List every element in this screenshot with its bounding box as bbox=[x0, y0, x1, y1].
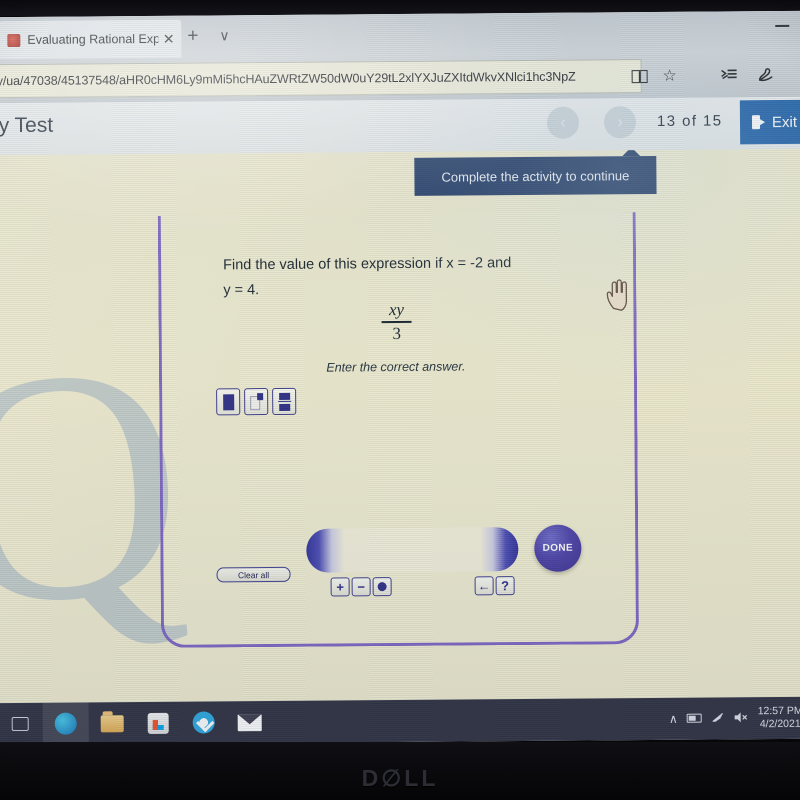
app-header: ery Test ‹ › 13 of 15 Exit bbox=[0, 96, 800, 156]
pen-glyph bbox=[758, 68, 773, 82]
window-minimize-button[interactable] bbox=[775, 24, 790, 28]
exponent-template-button[interactable] bbox=[244, 388, 269, 416]
expression-numerator: xy bbox=[388, 299, 405, 320]
next-question-button[interactable]: › bbox=[603, 106, 637, 139]
previous-question-button[interactable]: ‹ bbox=[546, 106, 580, 139]
question-counter: 13 of 15 bbox=[656, 112, 723, 130]
decimal-point-button[interactable] bbox=[372, 577, 392, 597]
mouse-cursor bbox=[606, 279, 628, 311]
math-expression: xy 3 bbox=[381, 299, 412, 344]
store-glyph bbox=[147, 712, 169, 734]
browser-tab-strip: Evaluating Rational Expr ✕ + ∨ bbox=[0, 10, 800, 60]
chrome-glyph bbox=[192, 711, 215, 734]
exit-door-icon bbox=[752, 115, 765, 129]
folder-glyph bbox=[100, 714, 124, 732]
instruction-text: Enter the correct answer. bbox=[326, 359, 466, 375]
browser-toolbar: ry/ua/47038/45137548/aHR0cHM6Ly9mMi5hcHA… bbox=[0, 52, 800, 104]
clear-all-button[interactable]: Clear all bbox=[216, 566, 291, 583]
page-title: ery Test bbox=[0, 113, 54, 138]
file-explorer-icon[interactable] bbox=[89, 702, 135, 744]
help-button[interactable]: ? bbox=[495, 576, 515, 596]
question-line-1: Find the value of this expression if x =… bbox=[223, 255, 512, 274]
tooltip: Complete the activity to continue bbox=[414, 155, 657, 196]
device-brand-logo: D∅LL bbox=[361, 765, 439, 791]
site-favicon bbox=[7, 33, 21, 47]
microsoft-store-icon[interactable] bbox=[135, 702, 181, 744]
question-text: Find the value of this expression if x =… bbox=[223, 251, 553, 304]
chrome-icon[interactable] bbox=[181, 701, 227, 743]
book-glyph bbox=[631, 69, 648, 83]
blank-box-template-button[interactable] bbox=[216, 388, 241, 416]
volume-glyph bbox=[734, 711, 748, 722]
wifi-glyph bbox=[712, 712, 724, 722]
minus-button[interactable]: − bbox=[351, 577, 371, 597]
blank-box-icon bbox=[222, 393, 234, 410]
reading-list-icon[interactable] bbox=[718, 63, 742, 87]
wifi-icon[interactable] bbox=[711, 711, 725, 726]
activity-page: Q Complete the activity to continue Find… bbox=[0, 148, 800, 704]
clock-date: 4/2/2021 bbox=[759, 717, 800, 731]
tray-chevron-icon[interactable]: ∧ bbox=[669, 712, 678, 726]
favorites-star-icon[interactable]: ☆ bbox=[658, 64, 682, 88]
url-text: ry/ua/47038/45137548/aHR0cHM6Ly9mMi5hcHA… bbox=[0, 69, 576, 89]
volume-muted-icon[interactable] bbox=[734, 711, 749, 726]
answer-input[interactable] bbox=[306, 527, 519, 573]
exit-button-label: Exit bbox=[771, 113, 798, 131]
new-tab-button[interactable]: + bbox=[187, 26, 198, 48]
laptop-screen: Evaluating Rational Expr ✕ + ∨ ry/ua/470… bbox=[0, 10, 800, 746]
close-icon[interactable]: ✕ bbox=[162, 30, 175, 47]
exponent-icon bbox=[250, 393, 263, 410]
clock[interactable]: 12:57 PM 4/2/2021 bbox=[758, 705, 800, 731]
chevron-down-icon[interactable]: ∨ bbox=[219, 27, 229, 44]
system-tray: ∧ 12:57 PM 4/2/2021 bbox=[669, 697, 800, 740]
reading-list-glyph bbox=[721, 69, 737, 80]
fraction-template-button[interactable] bbox=[272, 387, 297, 416]
windows-taskbar: ∧ 12:57 PM 4/2/2021 bbox=[0, 696, 800, 746]
edge-glyph bbox=[54, 712, 77, 735]
address-bar[interactable]: ry/ua/47038/45137548/aHR0cHM6Ly9mMi5hcHA… bbox=[0, 59, 642, 99]
reading-view-icon[interactable] bbox=[628, 64, 652, 88]
dot-icon bbox=[377, 582, 387, 592]
plus-button[interactable]: + bbox=[330, 577, 350, 597]
mail-icon[interactable] bbox=[227, 701, 273, 743]
battery-icon[interactable] bbox=[686, 712, 702, 726]
laptop-photo: Evaluating Rational Expr ✕ + ∨ ry/ua/470… bbox=[0, 0, 800, 800]
fraction-icon bbox=[277, 392, 291, 411]
tab-title: Evaluating Rational Expr bbox=[27, 31, 159, 47]
edge-browser-icon[interactable] bbox=[42, 702, 89, 745]
taskview-icon[interactable] bbox=[0, 703, 43, 745]
done-button[interactable]: DONE bbox=[534, 524, 582, 572]
expression-denominator: 3 bbox=[392, 323, 401, 344]
mail-glyph bbox=[237, 713, 262, 731]
web-note-icon[interactable] bbox=[754, 63, 778, 87]
backspace-button[interactable]: ← bbox=[474, 576, 494, 596]
exit-button[interactable]: Exit bbox=[739, 99, 800, 145]
browser-tab[interactable]: Evaluating Rational Expr ✕ bbox=[0, 19, 182, 60]
clock-time: 12:57 PM bbox=[757, 704, 800, 718]
